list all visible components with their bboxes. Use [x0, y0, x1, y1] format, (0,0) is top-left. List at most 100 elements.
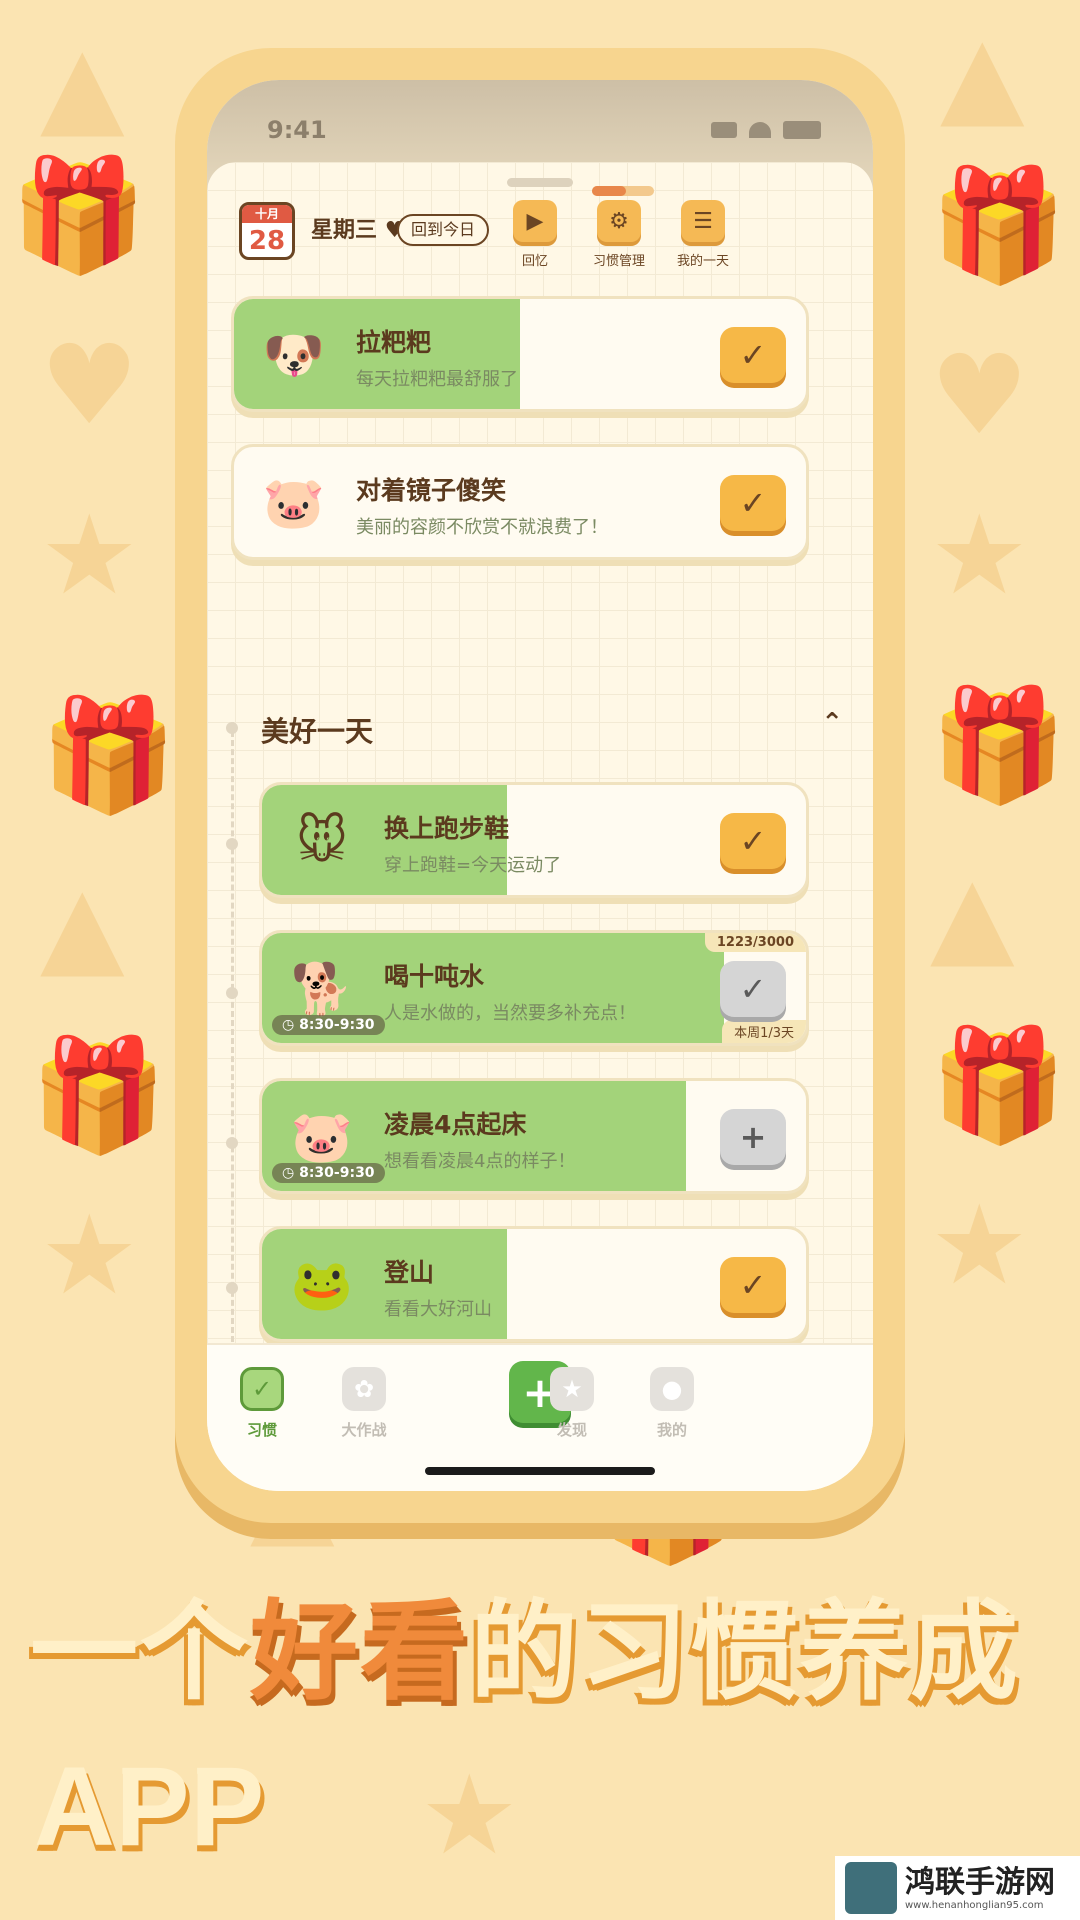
habit-subtitle: 美丽的容颜不欣赏不就浪费了！: [356, 517, 608, 538]
habit-card[interactable]: 🐕 喝十吨水 人是水做的，当然要多补充点！ ◷ 8:30-9:30 1223/3…: [259, 930, 809, 1046]
habit-time-chip: ◷ 8:30-9:30: [272, 1015, 385, 1035]
daily-progress-bar: [592, 186, 654, 196]
watermark-url: www.henanhonglian95.com: [905, 1899, 1044, 1911]
timeline-dot: [226, 838, 238, 850]
video-icon: ▶: [513, 200, 557, 242]
habit-manage-button[interactable]: ⚙ 习惯管理: [579, 200, 659, 269]
clock-icon: ◷: [282, 1017, 295, 1033]
tab-label: 我的: [656, 1421, 687, 1439]
habit-card[interactable]: 🐸 登山 看看大好河山 ✓: [259, 1226, 809, 1342]
habit-subtitle: 穿上跑鞋=今天运动了: [384, 855, 562, 876]
star-icon: ★: [930, 491, 1029, 619]
headline-highlight: 好看: [250, 1590, 471, 1715]
star-icon: ★: [420, 1751, 519, 1879]
section-title: 美好一天: [261, 715, 374, 748]
complete-check-button[interactable]: ✓: [720, 327, 786, 383]
planet-icon: ★: [550, 1367, 594, 1411]
promo-headline-app: APP: [34, 1744, 265, 1869]
habit-title: 换上跑步鞋: [384, 814, 510, 843]
complete-check-button[interactable]: ✓: [720, 475, 786, 531]
heart-icon: ♥: [930, 331, 1029, 459]
add-count-button[interactable]: +: [720, 1109, 786, 1165]
dog-avatar-icon: 🐶: [262, 325, 326, 384]
profile-icon: ●: [650, 1367, 694, 1411]
gift-icon: 🎁: [10, 151, 147, 279]
habit-manage-label: 习惯管理: [592, 254, 645, 269]
calendar-day: 28: [248, 226, 286, 256]
triangle-icon: ▲: [930, 851, 1015, 979]
triangle-icon: ▲: [40, 21, 125, 149]
bottom-tab-bar: ✓ 习惯 ✿ 大作战 + ★ 发现 ● 我的: [207, 1343, 873, 1491]
gift-icon: 🎁: [930, 681, 1067, 809]
calendar-month: 十月: [242, 205, 292, 223]
tab-battle[interactable]: ✿ 大作战: [319, 1367, 409, 1440]
gift-icon: 🎁: [930, 161, 1067, 289]
habit-card[interactable]: 🐶 拉粑粑 每天拉粑粑最舒服了 ✓: [231, 296, 809, 412]
tab-label: 发现: [556, 1421, 587, 1439]
sheet-grabber[interactable]: [507, 178, 573, 187]
weekday-selector[interactable]: 星期三 ♥: [311, 212, 404, 244]
habit-icon: ✓: [240, 1367, 284, 1411]
status-time: 9:41: [267, 116, 327, 144]
clock-icon: ◷: [282, 1165, 295, 1181]
habit-subtitle: 看看大好河山: [384, 1299, 492, 1320]
chevron-up-icon[interactable]: ⌃: [821, 708, 843, 738]
habit-title: 拉粑粑: [356, 328, 432, 357]
frog-avatar-icon: 🐸: [290, 1255, 354, 1314]
paw-icon: ✿: [342, 1367, 386, 1411]
headline-part2: 的习惯养成: [470, 1590, 1021, 1715]
site-logo-icon: [845, 1862, 897, 1914]
list-icon: ☰: [681, 200, 725, 242]
pig-avatar-icon: 🐷: [262, 473, 326, 532]
habit-time-chip: ◷ 8:30-9:30: [272, 1163, 385, 1183]
star-icon: ★: [40, 1191, 139, 1319]
triangle-icon: ▲: [40, 861, 125, 989]
tab-habits[interactable]: ✓ 习惯: [217, 1367, 307, 1440]
promo-headline: 一个好看的习惯养成: [30, 1565, 1020, 1721]
habit-week-progress: 本周1/3天: [722, 1020, 806, 1043]
habit-card[interactable]: 🐭 换上跑步鞋 穿上跑鞋=今天运动了 ✓: [259, 782, 809, 898]
tab-label: 习惯: [246, 1421, 277, 1439]
memory-button[interactable]: ▶ 回忆: [495, 200, 575, 269]
home-indicator[interactable]: [425, 1467, 655, 1475]
habit-subtitle: 人是水做的，当然要多补充点！: [384, 1003, 636, 1024]
gift-icon: 🎁: [30, 1031, 167, 1159]
habit-title: 喝十吨水: [384, 962, 485, 991]
complete-check-button[interactable]: ✓: [720, 1257, 786, 1313]
habit-sheet[interactable]: 十月 28 星期三 ♥ 回到今日 ▶ 回忆 ⚙ 习惯管理 ☰ 我的一天 🐶 拉粑…: [207, 162, 873, 1491]
star-icon: ★: [930, 1181, 1029, 1309]
tab-discover[interactable]: ★ 发现: [527, 1367, 617, 1440]
phone-screen: 9:41 十月 28 星期三 ♥ 回到今日 ▶ 回忆 ⚙ 习惯管理 ☰ 我的一天…: [207, 80, 873, 1491]
timeline-line: [231, 722, 234, 1342]
habit-card[interactable]: 🐷 凌晨4点起床 想看看凌晨4点的样子！ ◷ 8:30-9:30 +: [259, 1078, 809, 1194]
site-watermark: 鸿联手游网 www.henanhonglian95.com: [835, 1856, 1080, 1920]
habit-count: 1223/3000: [704, 933, 806, 952]
star-icon: ★: [40, 491, 139, 619]
mouse-avatar-icon: 🐭: [295, 812, 349, 870]
my-day-button[interactable]: ☰ 我的一天: [663, 200, 743, 269]
calendar-date-badge[interactable]: 十月 28: [239, 202, 295, 260]
weekday-label: 星期三: [311, 218, 378, 243]
gift-icon: 🎁: [40, 691, 177, 819]
headline-part1: 一个: [30, 1590, 251, 1715]
my-day-label: 我的一天: [676, 254, 729, 269]
memory-label: 回忆: [521, 254, 548, 269]
phone-frame: 9:41 十月 28 星期三 ♥ 回到今日 ▶ 回忆 ⚙ 习惯管理 ☰ 我的一天…: [175, 48, 905, 1523]
habit-title: 登山: [384, 1258, 435, 1287]
habit-title: 凌晨4点起床: [384, 1110, 527, 1139]
watermark-text: 鸿联手游网: [905, 1864, 1055, 1900]
tab-label: 大作战: [341, 1421, 387, 1439]
timeline-dot: [226, 987, 238, 999]
gift-icon: 🎁: [930, 1021, 1067, 1149]
habit-subtitle: 每天拉粑粑最舒服了: [356, 369, 518, 390]
signal-icon: [711, 122, 737, 138]
tab-profile[interactable]: ● 我的: [627, 1367, 717, 1440]
heart-icon: ♥: [40, 321, 139, 449]
habit-time: 8:30-9:30: [299, 1165, 375, 1181]
partial-check-button[interactable]: ✓: [720, 961, 786, 1017]
battery-icon: [783, 121, 821, 139]
back-to-today-button[interactable]: 回到今日: [397, 214, 490, 246]
habit-card[interactable]: 🐷 对着镜子傻笑 美丽的容颜不欣赏不就浪费了！ ✓: [231, 444, 809, 560]
timeline-dot: [226, 1282, 238, 1294]
complete-check-button[interactable]: ✓: [720, 813, 786, 869]
